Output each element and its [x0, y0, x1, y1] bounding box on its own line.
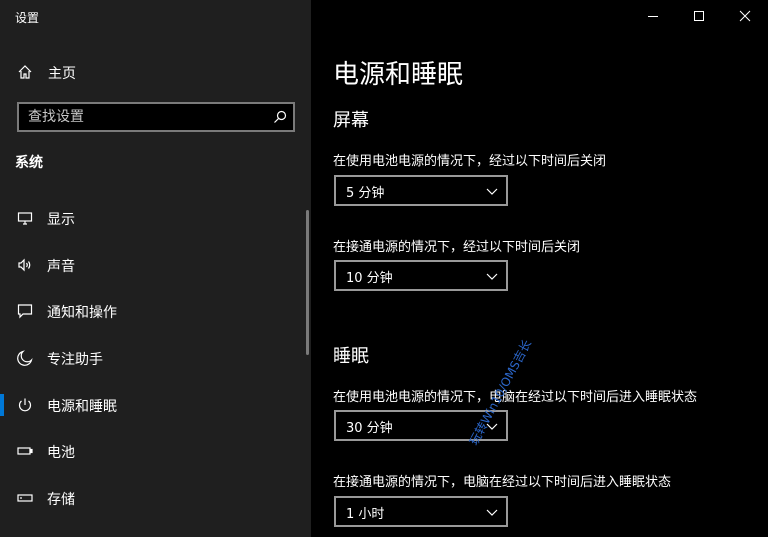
power-icon: [18, 398, 32, 412]
screen-group-title: 屏幕: [333, 110, 369, 131]
close-button[interactable]: [722, 0, 768, 32]
maximize-icon: [694, 11, 704, 21]
search-box[interactable]: [17, 102, 295, 132]
sidebar-item-battery[interactable]: 电池: [0, 428, 305, 474]
screen-battery-label: 在使用电池电源的情况下，经过以下时间后关闭: [333, 154, 607, 169]
main-content: 电源和睡眠 屏幕 在使用电池电源的情况下，经过以下时间后关闭 5 分钟 在接通电…: [311, 0, 768, 537]
close-icon: [739, 10, 751, 22]
sidebar-item-label: 显示: [47, 212, 75, 228]
section-label-system: 系统: [15, 155, 43, 171]
chevron-down-icon: [486, 188, 498, 195]
sidebar-item-label: 声音: [47, 259, 75, 275]
home-label: 主页: [48, 66, 76, 82]
app-title: 设置: [15, 11, 40, 25]
chevron-down-icon: [486, 509, 498, 516]
sidebar-item-label: 通知和操作: [47, 305, 117, 321]
sidebar-scrollbar[interactable]: [306, 210, 309, 355]
screen-plugged-label: 在接通电源的情况下，经过以下时间后关闭: [333, 240, 581, 255]
sidebar-item-power-sleep[interactable]: 电源和睡眠: [0, 382, 305, 428]
speaker-icon: [18, 258, 31, 272]
sleep-battery-label: 在使用电池电源的情况下，电脑在经过以下时间后进入睡眠状态: [333, 390, 698, 405]
sleep-plugged-label: 在接通电源的情况下，电脑在经过以下时间后进入睡眠状态: [333, 475, 672, 490]
sleep-group-title: 睡眠: [333, 346, 369, 367]
battery-icon: [17, 447, 33, 455]
minimize-button[interactable]: [630, 0, 676, 32]
sidebar-item-sound[interactable]: 声音: [0, 242, 305, 288]
sidebar: 设置 主页 系统 显示 声音 通知和操作: [0, 0, 311, 537]
sidebar-item-display[interactable]: 显示: [0, 195, 305, 241]
dropdown-value: 30 分钟: [346, 421, 393, 436]
sidebar-item-label: 电池: [47, 445, 75, 461]
search-input[interactable]: [19, 104, 259, 130]
window-controls: [630, 0, 768, 32]
storage-icon: [17, 494, 33, 502]
chevron-down-icon: [486, 273, 498, 280]
notification-icon: [17, 304, 33, 319]
sleep-plugged-dropdown[interactable]: 1 小时: [334, 496, 508, 527]
sidebar-item-label: 存储: [47, 492, 75, 508]
screen-battery-dropdown[interactable]: 5 分钟: [334, 175, 508, 206]
sidebar-item-notifications[interactable]: 通知和操作: [0, 288, 305, 334]
search-icon[interactable]: [273, 110, 287, 124]
home-nav-item[interactable]: 主页: [0, 52, 311, 92]
active-indicator: [0, 394, 4, 416]
dropdown-value: 5 分钟: [346, 186, 385, 201]
dropdown-value: 1 小时: [346, 507, 385, 522]
sidebar-item-focus-assist[interactable]: 专注助手: [0, 335, 305, 381]
screen-plugged-dropdown[interactable]: 10 分钟: [334, 260, 508, 291]
sidebar-item-label: 专注助手: [47, 352, 103, 368]
maximize-button[interactable]: [676, 0, 722, 32]
moon-icon: [17, 350, 33, 366]
page-title: 电源和睡眠: [333, 60, 464, 90]
dropdown-value: 10 分钟: [346, 271, 393, 286]
sidebar-item-label: 电源和睡眠: [47, 399, 117, 415]
sidebar-item-storage[interactable]: 存储: [0, 475, 305, 521]
minimize-icon: [648, 16, 658, 17]
home-icon: [18, 65, 32, 79]
monitor-icon: [17, 212, 33, 225]
